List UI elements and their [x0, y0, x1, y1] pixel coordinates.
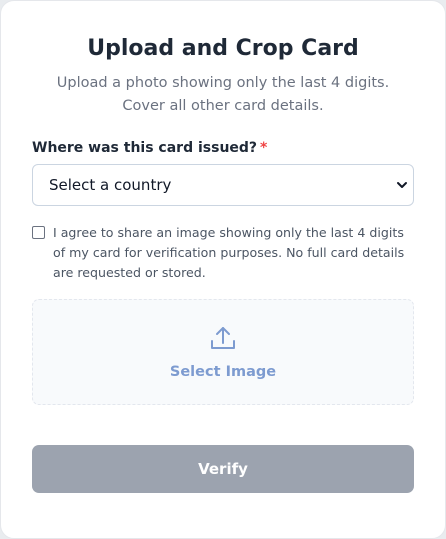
upload-card: Upload and Crop Card Upload a photo show…	[0, 0, 446, 539]
page-title: Upload and Crop Card	[87, 36, 359, 61]
page-subtitle: Upload a photo showing only the last 4 d…	[56, 75, 390, 114]
verify-button[interactable]: Verify	[32, 445, 414, 493]
upload-icon	[211, 327, 235, 349]
country-field-label: Where was this card issued? *	[32, 138, 414, 158]
consent-checkbox[interactable]	[32, 226, 45, 239]
required-marker: *	[260, 140, 268, 156]
image-dropzone[interactable]: Select Image	[32, 299, 414, 405]
country-select[interactable]: Select a country	[32, 164, 414, 206]
country-select-value: Select a country	[49, 176, 172, 194]
select-image-button[interactable]: Select Image	[170, 362, 276, 382]
consent-text: I agree to share an image showing only t…	[53, 225, 405, 280]
consent-row: I agree to share an image showing only t…	[32, 223, 414, 283]
country-label-text: Where was this card issued?	[32, 140, 258, 156]
chevron-down-icon	[397, 182, 407, 188]
